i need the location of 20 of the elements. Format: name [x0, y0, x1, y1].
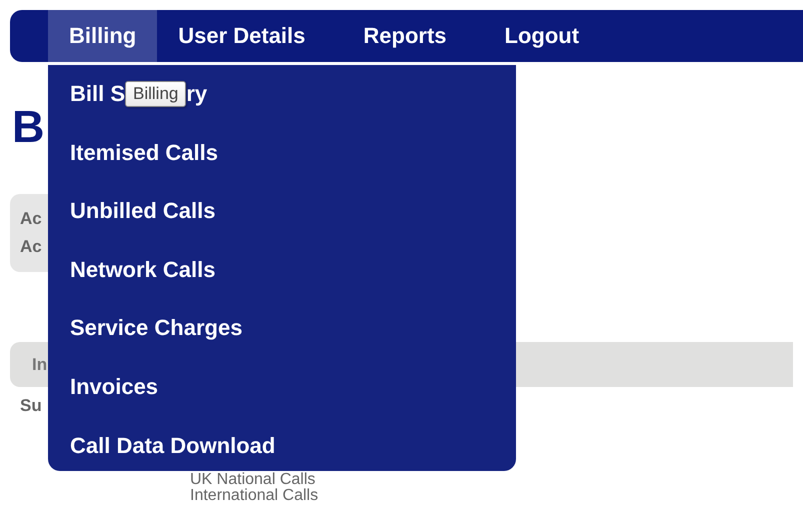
- menu-item[interactable]: Invoices: [70, 370, 158, 404]
- menu-item[interactable]: Service Charges: [70, 311, 242, 346]
- nav-tab[interactable]: Logout: [484, 10, 600, 62]
- account-info: Ac: [20, 208, 42, 230]
- nav-tab[interactable]: Reports: [342, 10, 468, 62]
- menu-item-fragment[interactable]: ry: [186, 77, 208, 111]
- account-info: Ac: [20, 236, 42, 258]
- menu-item[interactable]: Unbilled Calls: [70, 194, 216, 228]
- menu-item[interactable]: Itemised Calls: [70, 136, 218, 170]
- call-type: UK National Calls: [190, 472, 316, 488]
- nav-tab[interactable]: Billing: [48, 10, 158, 62]
- invoice-label: In: [32, 354, 48, 374]
- summary-title: Su: [20, 396, 42, 416]
- menu-item[interactable]: Network Calls: [70, 252, 216, 287]
- menu-item[interactable]: Bill S: [70, 77, 126, 111]
- tooltip: Billing: [125, 81, 186, 107]
- menu-item[interactable]: Call Data Download: [70, 428, 276, 463]
- call-type: International Calls: [190, 488, 318, 504]
- nav-tab[interactable]: User Details: [157, 10, 326, 62]
- page-heading: B: [12, 100, 44, 154]
